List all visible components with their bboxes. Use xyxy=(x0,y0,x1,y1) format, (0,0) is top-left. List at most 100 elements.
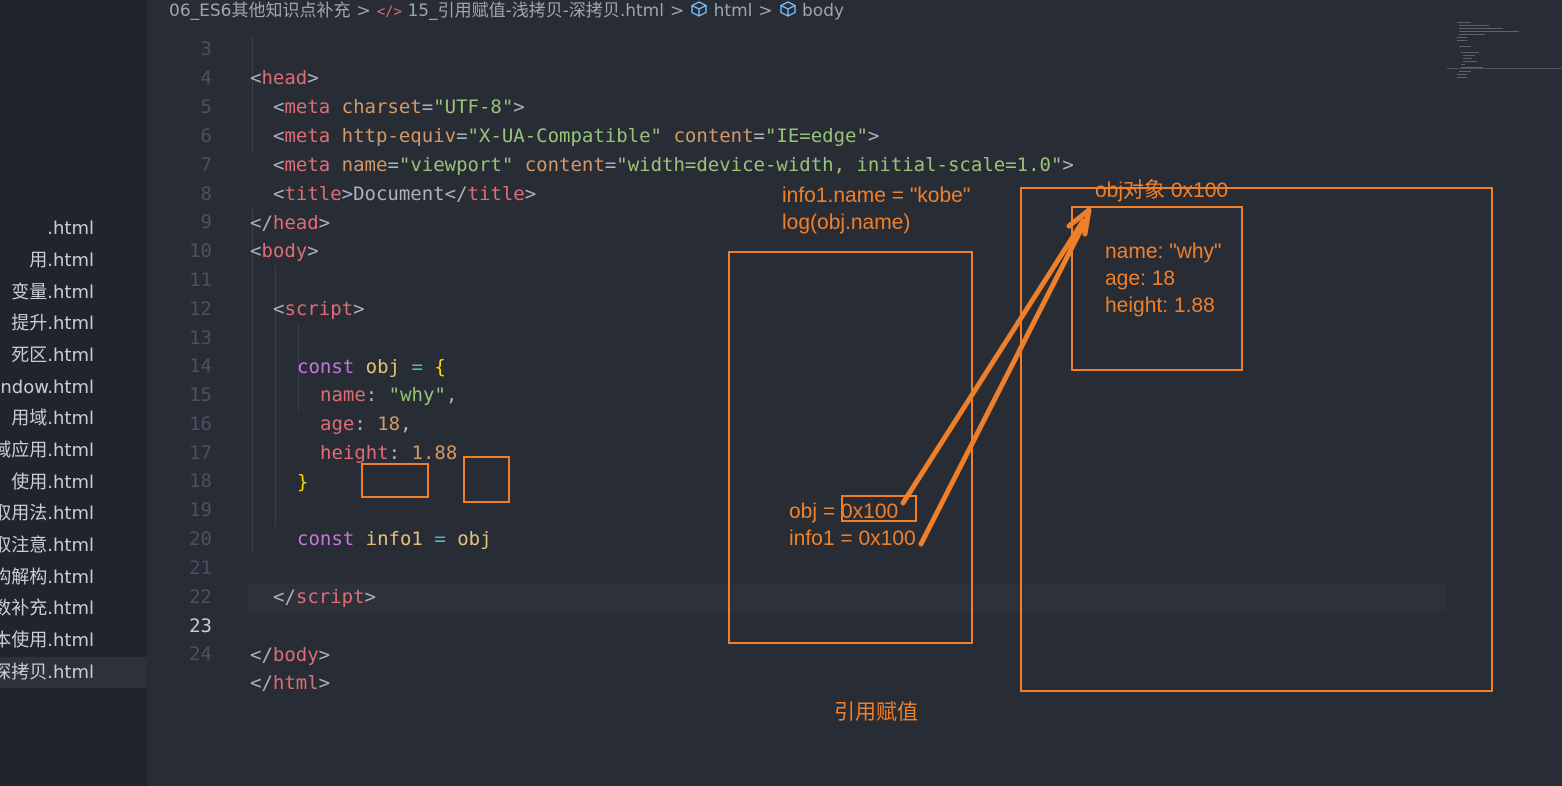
file-item-label: 死区.html xyxy=(11,345,94,366)
heap-object-title: obj对象 0x100 xyxy=(1095,179,1229,202)
breadcrumb-body[interactable]: body xyxy=(802,1,844,21)
file-item-label: 构解构.html xyxy=(0,567,94,588)
file-item[interactable]: 数补充.html xyxy=(0,593,147,624)
code-line: 11 <script> xyxy=(147,237,364,320)
code-text: const obj = { xyxy=(297,356,446,378)
code-text: } xyxy=(297,471,309,493)
html-tag-icon: </> xyxy=(376,4,403,20)
indent-guide xyxy=(252,35,253,153)
file-item-label: 取注意.html xyxy=(0,535,94,556)
code-line: 17 } xyxy=(147,410,308,493)
file-item[interactable]: ndow.html xyxy=(0,372,147,403)
tag-body-close: body xyxy=(272,644,319,666)
code-text: <body> xyxy=(250,240,319,262)
file-item-label: 取用法.html xyxy=(0,503,94,524)
code-line: 7 <title>Document</title> xyxy=(147,122,537,205)
stack-obj-entry: obj = 0x100 xyxy=(789,498,898,525)
variable-info1: info1 xyxy=(365,528,423,550)
attr-name: name xyxy=(341,154,388,176)
stack-obj-addr: 0x100 xyxy=(840,500,899,523)
file-item-label: 使用.html xyxy=(11,472,94,493)
file-item[interactable]: 本使用.html xyxy=(0,625,147,656)
code-text: <meta charset="UTF-8"> xyxy=(273,96,525,118)
attr-value: "UTF-8" xyxy=(433,96,514,118)
file-item[interactable]: .html xyxy=(0,213,147,244)
breadcrumb-folder[interactable]: 06_ES6其他知识点补充 xyxy=(169,1,350,21)
file-item-active[interactable]: 深拷贝.html xyxy=(0,657,147,688)
assign-note-line2: log(obj.name) xyxy=(782,211,911,234)
keyword-const: const xyxy=(297,528,355,550)
file-item[interactable]: 构解构.html xyxy=(0,562,147,593)
code-line: 9 <body> xyxy=(147,179,319,262)
code-line: 6 <meta name="viewport" content="width=d… xyxy=(147,93,1074,176)
attr-http-equiv: http-equiv xyxy=(341,125,457,147)
tag-meta: meta xyxy=(284,154,331,176)
heap-prop-height: height: 1.88 xyxy=(1105,294,1215,317)
file-item-label: 本使用.html xyxy=(0,630,94,651)
code-text: </html> xyxy=(250,672,331,694)
breadcrumb: 06_ES6其他知识点补充 > </> 15_引用赋值-浅拷贝-深拷贝.html > … xyxy=(147,0,1447,21)
code-line: 23 </body> xyxy=(147,583,330,666)
file-item-label: ndow.html xyxy=(0,377,94,398)
code-text: </script> xyxy=(273,586,376,608)
code-text: <head> xyxy=(250,67,319,89)
attr-value: "width=device-width, initial-scale=1.0" xyxy=(616,154,1063,176)
file-item[interactable]: 死区.html xyxy=(0,340,147,371)
breadcrumb-file[interactable]: 15_引用赋值-浅拷贝-深拷贝.html xyxy=(407,1,664,21)
file-item-label: 用域.html xyxy=(11,408,94,429)
code-text: <meta http-equiv="X-UA-Compatible" conte… xyxy=(273,125,880,147)
file-item[interactable]: 用域.html xyxy=(0,403,147,434)
chevron-right-icon: > xyxy=(758,1,773,21)
code-line: 4 <meta charset="UTF-8"> xyxy=(147,35,525,118)
chevron-right-icon: > xyxy=(669,1,685,21)
variable-obj: obj xyxy=(365,356,400,378)
file-item-label: 用.html xyxy=(29,250,94,271)
file-item[interactable]: 用.html xyxy=(0,245,147,276)
tag-title-close: title xyxy=(467,183,525,205)
file-item[interactable]: 提升.html xyxy=(0,308,147,339)
highlight-obj xyxy=(463,456,510,503)
attr-value: "IE=edge" xyxy=(764,125,868,147)
cube-icon xyxy=(691,1,707,17)
code-line: 12 xyxy=(147,266,212,320)
code-line: 21 </script> xyxy=(147,525,376,608)
code-text: <script> xyxy=(273,298,365,320)
heap-prop-age: age: 18 xyxy=(1105,267,1176,290)
cube-icon xyxy=(779,1,796,17)
code-line: 20 xyxy=(147,496,212,550)
tag-meta: meta xyxy=(284,96,331,118)
stack-obj-label: obj = xyxy=(789,500,841,523)
assign-note-line1: info1.name = "kobe" xyxy=(782,184,971,207)
file-item[interactable]: 取注意.html xyxy=(0,530,147,561)
keyword-const: const xyxy=(297,356,355,378)
key-age: age xyxy=(320,413,355,435)
key-height: height xyxy=(320,442,389,464)
highlight-info1 xyxy=(361,463,429,498)
stack-box xyxy=(728,251,973,644)
tag-body: body xyxy=(261,240,308,262)
file-item[interactable]: 域应用.html xyxy=(0,435,147,466)
file-item[interactable]: 取用法.html xyxy=(0,498,147,529)
tag-script-close: script xyxy=(295,586,365,608)
tag-html-close: html xyxy=(272,672,319,694)
file-item-label: 域应用.html xyxy=(0,440,94,461)
line-number: 24 xyxy=(189,643,212,665)
stack-info1-entry: info1 = 0x100 xyxy=(789,527,916,550)
code-line: 10 xyxy=(147,208,212,262)
attr-content: content xyxy=(524,154,605,176)
file-explorer: .html 用.html 变量.html 提升.html 死区.html ndo… xyxy=(0,0,147,786)
code-line: 19 const info1 = obj xyxy=(147,467,491,550)
tag-head-close: head xyxy=(272,212,319,234)
attr-content: content xyxy=(673,125,754,147)
tag-script: script xyxy=(284,298,354,320)
code-line: 5 <meta http-equiv="X-UA-Compatible" con… xyxy=(147,64,880,147)
file-item[interactable]: 变量.html xyxy=(0,277,147,308)
tag-head: head xyxy=(261,67,308,89)
file-item-label: 深拷贝.html xyxy=(0,662,94,683)
file-item[interactable]: 使用.html xyxy=(0,467,147,498)
caption: 引用赋值 xyxy=(834,701,918,724)
file-item-label: .html xyxy=(47,218,94,239)
breadcrumb-html[interactable]: html xyxy=(714,1,753,21)
code-text: <meta name="viewport" content="width=dev… xyxy=(273,154,1074,176)
code-line: 24 </html> xyxy=(147,611,330,694)
